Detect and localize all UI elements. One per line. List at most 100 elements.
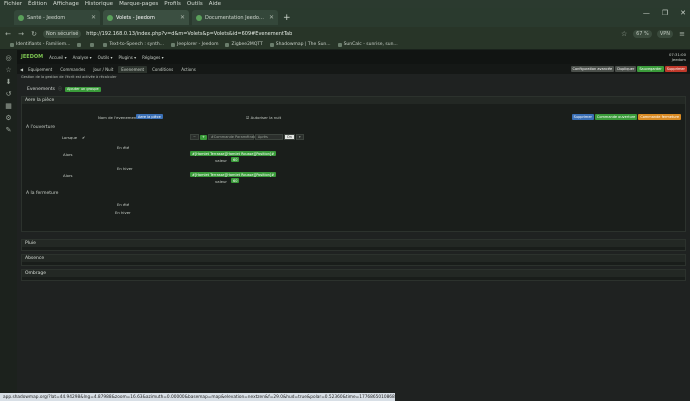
minimize-button[interactable]: — — [643, 9, 650, 17]
action-command-2[interactable]: #[Hamlet Terrasse][Hamlet Rousse][Positi… — [190, 172, 277, 177]
tab-documentation[interactable]: Documentation Jeedom | Gesti✕ — [192, 10, 278, 25]
bookmark-item[interactable] — [90, 42, 96, 47]
sidebar-settings-icon[interactable]: ⚙ — [5, 114, 11, 122]
menu-edit[interactable]: Édition — [28, 1, 47, 7]
bookmark-item[interactable]: Jeeplorer - Jeedom — [171, 42, 218, 47]
tab-conditions[interactable]: Conditions — [149, 66, 176, 73]
nav-accueil[interactable]: Accueil ▾ — [49, 55, 67, 60]
address-bar: ← → ↻ Non sécurisé http://192.168.0.13/i… — [0, 27, 690, 40]
close-icon[interactable]: ✕ — [269, 14, 274, 21]
bookmark-item[interactable]: Zigbee2MQTT — [225, 42, 263, 47]
bookmarks-bar: Identifiants - Familiem... Text-to-Speec… — [0, 40, 690, 50]
action-command[interactable]: #[Hamlet Terrasse][Hamlet Rousse][Positi… — [190, 151, 277, 156]
zoom-level[interactable]: 67 % — [633, 29, 652, 38]
trigger-row: − + #Commande Paramétrable Après On ▾ — [190, 134, 304, 140]
menu-tools[interactable]: Outils — [187, 1, 203, 7]
forward-icon[interactable]: → — [17, 30, 25, 38]
add-trigger-button[interactable]: + — [199, 134, 207, 140]
menu-history[interactable]: Historique — [85, 1, 113, 7]
menu-bar: Fichier Édition Affichage Historique Mar… — [0, 0, 690, 8]
then-label-2: Alors — [63, 173, 73, 178]
jeedom-logo[interactable]: JEEDOM — [21, 54, 43, 60]
sidebar-downloads-icon[interactable]: ⬇ — [6, 78, 12, 86]
bookmark-icon — [103, 42, 108, 47]
duplicate-button[interactable]: Dupliquer — [615, 66, 637, 72]
menu-help[interactable]: Aide — [209, 1, 221, 7]
tab-volets[interactable]: Volets - Jeedom ✕ — [103, 10, 189, 25]
insecure-badge[interactable]: Non sécurisé — [43, 29, 82, 38]
menu-view[interactable]: Affichage — [53, 1, 79, 7]
after-select[interactable]: Après — [254, 134, 283, 140]
delete-button[interactable]: Supprimer — [664, 66, 687, 72]
clock: 07:31:00 Jeedom — [668, 52, 686, 62]
bookmark-item[interactable]: Text-to-Speech : synth... — [103, 42, 164, 47]
tab-actions[interactable]: Actions — [178, 66, 199, 73]
menu-profiles[interactable]: Profils — [164, 1, 181, 7]
back-arrow-icon[interactable]: ◀ — [20, 67, 23, 72]
new-tab-button[interactable]: + — [283, 13, 291, 23]
bookmark-item[interactable]: Identifiants - Familiem... — [10, 42, 70, 47]
sidebar-ai-icon[interactable]: ◎ — [5, 54, 11, 62]
close-window-button[interactable]: ✕ — [680, 9, 686, 17]
nav-reglages[interactable]: Réglages ▾ — [142, 55, 164, 60]
info-icon: ⓘ — [58, 86, 63, 91]
opening-command-button[interactable]: Commande ouverture — [594, 114, 638, 120]
bookmark-item[interactable] — [77, 42, 83, 47]
tab-bar: Santé - Jeedom ✕ Volets - Jeedom ✕ Documen… — [0, 8, 690, 27]
sidebar-tabs-icon[interactable]: ▦ — [5, 102, 12, 110]
group-delete-button[interactable]: Supprimer — [571, 114, 594, 120]
sidebar-history-icon[interactable]: ↺ — [6, 90, 12, 98]
bookmark-icon — [171, 42, 176, 47]
value-field[interactable]: 60 — [231, 157, 240, 162]
group-title[interactable]: Aere la pièce — [22, 97, 685, 104]
tab-commandes[interactable]: Commandes — [57, 66, 88, 73]
nav-plugins[interactable]: Plugins ▾ — [119, 55, 137, 60]
menu-file[interactable]: Fichier — [4, 1, 22, 7]
then-label: Alors — [63, 152, 73, 157]
vpn-button[interactable]: VPN — [656, 29, 673, 38]
event-name-input[interactable]: Aere la pièce — [136, 114, 163, 119]
advanced-config-button[interactable]: Configuration avancée — [570, 66, 615, 72]
bookmark-item[interactable]: Shadowmap | The Sun... — [269, 42, 331, 47]
bookmark-icon — [269, 42, 274, 47]
dropdown-icon[interactable]: ▾ — [295, 134, 304, 140]
check-icon: ✔ — [82, 135, 86, 140]
back-icon[interactable]: ← — [4, 30, 12, 38]
nav-outils[interactable]: Outils ▾ — [98, 55, 113, 60]
bookmark-icon — [225, 42, 230, 47]
star-icon[interactable]: ☆ — [620, 30, 628, 38]
remove-icon[interactable]: − — [190, 134, 199, 140]
url-input[interactable]: http://192.168.0.13/index.php?v=d&m=Vole… — [86, 31, 615, 37]
value-input[interactable]: On — [283, 134, 295, 140]
evenements-label: Evenements — [27, 86, 56, 92]
menu-icon[interactable]: ≡ — [678, 30, 686, 38]
close-icon[interactable]: ✕ — [91, 14, 96, 21]
tab-jour-nuit[interactable]: Jour / Nuit — [90, 66, 116, 73]
allow-night-checkbox[interactable]: ☑ Autoriser la nuit — [246, 115, 281, 120]
bookmark-item[interactable]: SunCalc - sunrise, sun... — [337, 42, 398, 47]
state-input[interactable]: #Commande Paramétrable — [207, 134, 259, 140]
summer-label: En été — [117, 145, 130, 150]
reload-icon[interactable]: ↻ — [30, 30, 38, 38]
closing-summer-label: En été — [117, 202, 130, 207]
section-absence[interactable]: Absence — [21, 254, 686, 266]
group-buttons: Supprimer Commande ouverture Commande fe… — [571, 114, 681, 120]
status-bar: app.shadowmap.org/?lat=44.94298&lng=4.87… — [0, 393, 395, 401]
value-field-2[interactable]: 60 — [231, 178, 240, 183]
sidebar-edit-icon[interactable]: ✎ — [6, 126, 12, 134]
bookmark-icon — [337, 42, 342, 47]
section-ombrage[interactable]: Ombrage — [21, 269, 686, 281]
nav-analyse[interactable]: Analyse ▾ — [73, 55, 92, 60]
save-button[interactable]: Sauvegarder — [637, 66, 664, 72]
close-icon[interactable]: ✕ — [180, 14, 185, 21]
tab-equipement[interactable]: Equipement — [25, 66, 55, 73]
section-pluie[interactable]: Pluie — [21, 239, 686, 251]
closing-command-button[interactable]: Commande fermeture — [638, 114, 681, 120]
tab-evenement[interactable]: Evenement — [118, 65, 148, 73]
add-group-button[interactable]: Ajouter un groupe — [65, 86, 101, 92]
folder-icon — [77, 42, 82, 47]
tab-sante[interactable]: Santé - Jeedom ✕ — [14, 10, 100, 25]
maximize-button[interactable]: ❐ — [662, 9, 668, 17]
sidebar-bookmarks-icon[interactable]: ☆ — [5, 66, 11, 74]
menu-bookmarks[interactable]: Marque-pages — [119, 1, 158, 7]
